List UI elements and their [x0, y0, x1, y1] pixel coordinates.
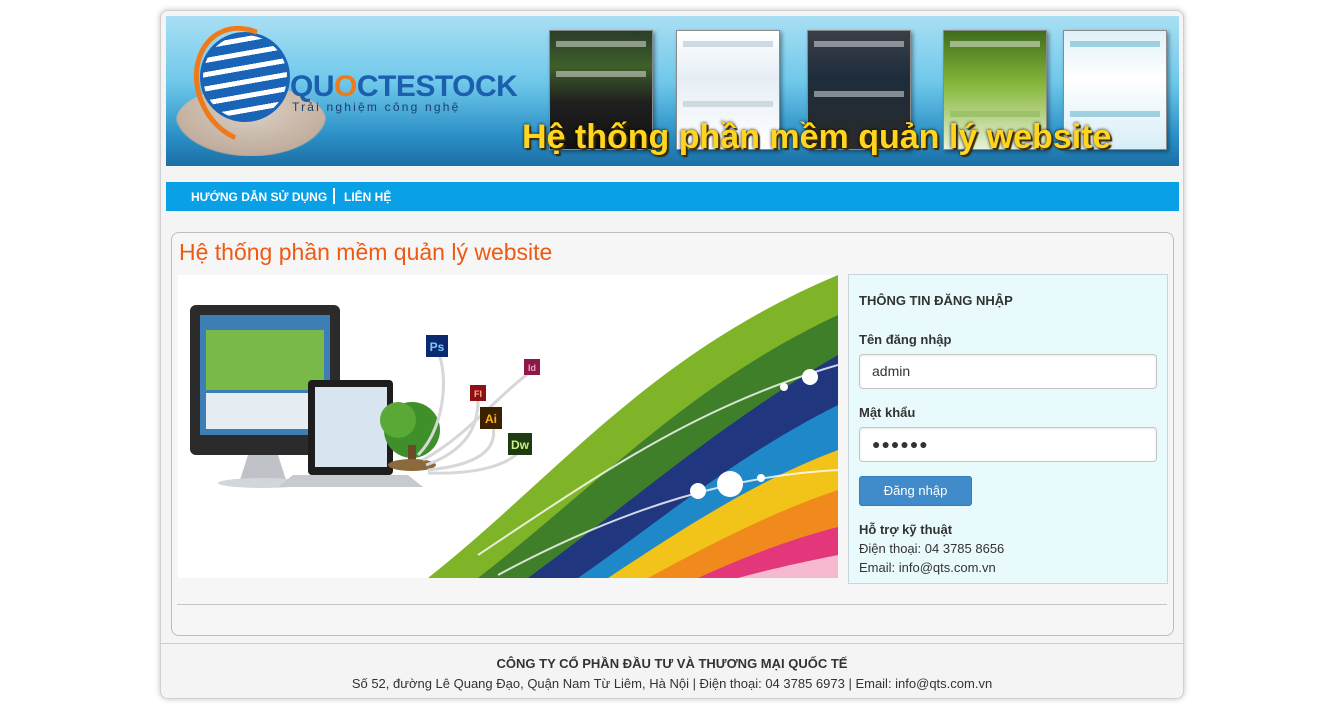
hero-illustration: Ps Id Fl Ai Dw [178, 275, 838, 578]
id-label: Id [528, 363, 536, 373]
brand-logo[interactable]: QUOCTESTOCK [290, 70, 518, 104]
illustrator-icon: Ai [480, 407, 502, 429]
support-phone: Điện thoại: 04 3785 8656 [859, 541, 1005, 556]
username-input[interactable]: admin [859, 354, 1157, 389]
nav-separator [333, 188, 335, 204]
ps-label: Ps [430, 340, 445, 354]
main-nav: HƯỚNG DẪN SỬ DỤNG LIÊN HỆ [166, 182, 1179, 211]
banner-slogan: Hệ thống phần mềm quản lý website [522, 118, 1112, 156]
fl-label: Fl [474, 389, 482, 399]
brand-tagline: Trải nghiệm công nghệ [292, 100, 461, 114]
hero-image: Ps Id Fl Ai Dw [178, 275, 838, 578]
login-title: THÔNG TIN ĐĂNG NHẬP [859, 293, 1013, 308]
footer-address: Số 52, đường Lê Quang Đạo, Quận Nam Từ L… [351, 676, 993, 691]
support-email[interactable]: Email: info@qts.com.vn [859, 560, 996, 575]
login-button[interactable]: Đăng nhập [859, 476, 972, 506]
dw-label: Dw [511, 438, 530, 452]
nav-item-contact[interactable]: LIÊN HỆ [344, 190, 391, 204]
indesign-icon: Id [524, 359, 540, 375]
password-input[interactable]: ●●●●●● [859, 427, 1157, 462]
login-panel: THÔNG TIN ĐĂNG NHẬP Tên đăng nhập admin … [848, 274, 1168, 584]
nav-item-user-guide[interactable]: HƯỚNG DẪN SỬ DỤNG [191, 190, 327, 204]
main-content: Hệ thống phần mềm quản lý website Ps Id … [171, 232, 1174, 636]
password-label: Mật khẩu [859, 405, 916, 420]
page-footer: CÔNG TY CỔ PHẦN ĐẦU TƯ VÀ THƯƠNG MẠI QUỐ… [161, 643, 1183, 698]
ai-label: Ai [485, 412, 497, 426]
header-banner: QUOCTESTOCK Trải nghiệm công nghệ Hệ thố… [166, 16, 1179, 166]
username-label: Tên đăng nhập [859, 332, 952, 347]
support-title: Hỗ trợ kỹ thuật [859, 522, 953, 537]
photoshop-icon: Ps [426, 335, 448, 357]
flash-icon: Fl [470, 385, 486, 401]
content-divider [177, 604, 1167, 605]
page-container: QUOCTESTOCK Trải nghiệm công nghệ Hệ thố… [160, 10, 1184, 699]
page-title: Hệ thống phần mềm quản lý website [179, 239, 553, 265]
dreamweaver-icon: Dw [508, 433, 532, 455]
footer-company-name: CÔNG TY CỔ PHẦN ĐẦU TƯ VÀ THƯƠNG MẠI QUỐ… [496, 656, 848, 671]
